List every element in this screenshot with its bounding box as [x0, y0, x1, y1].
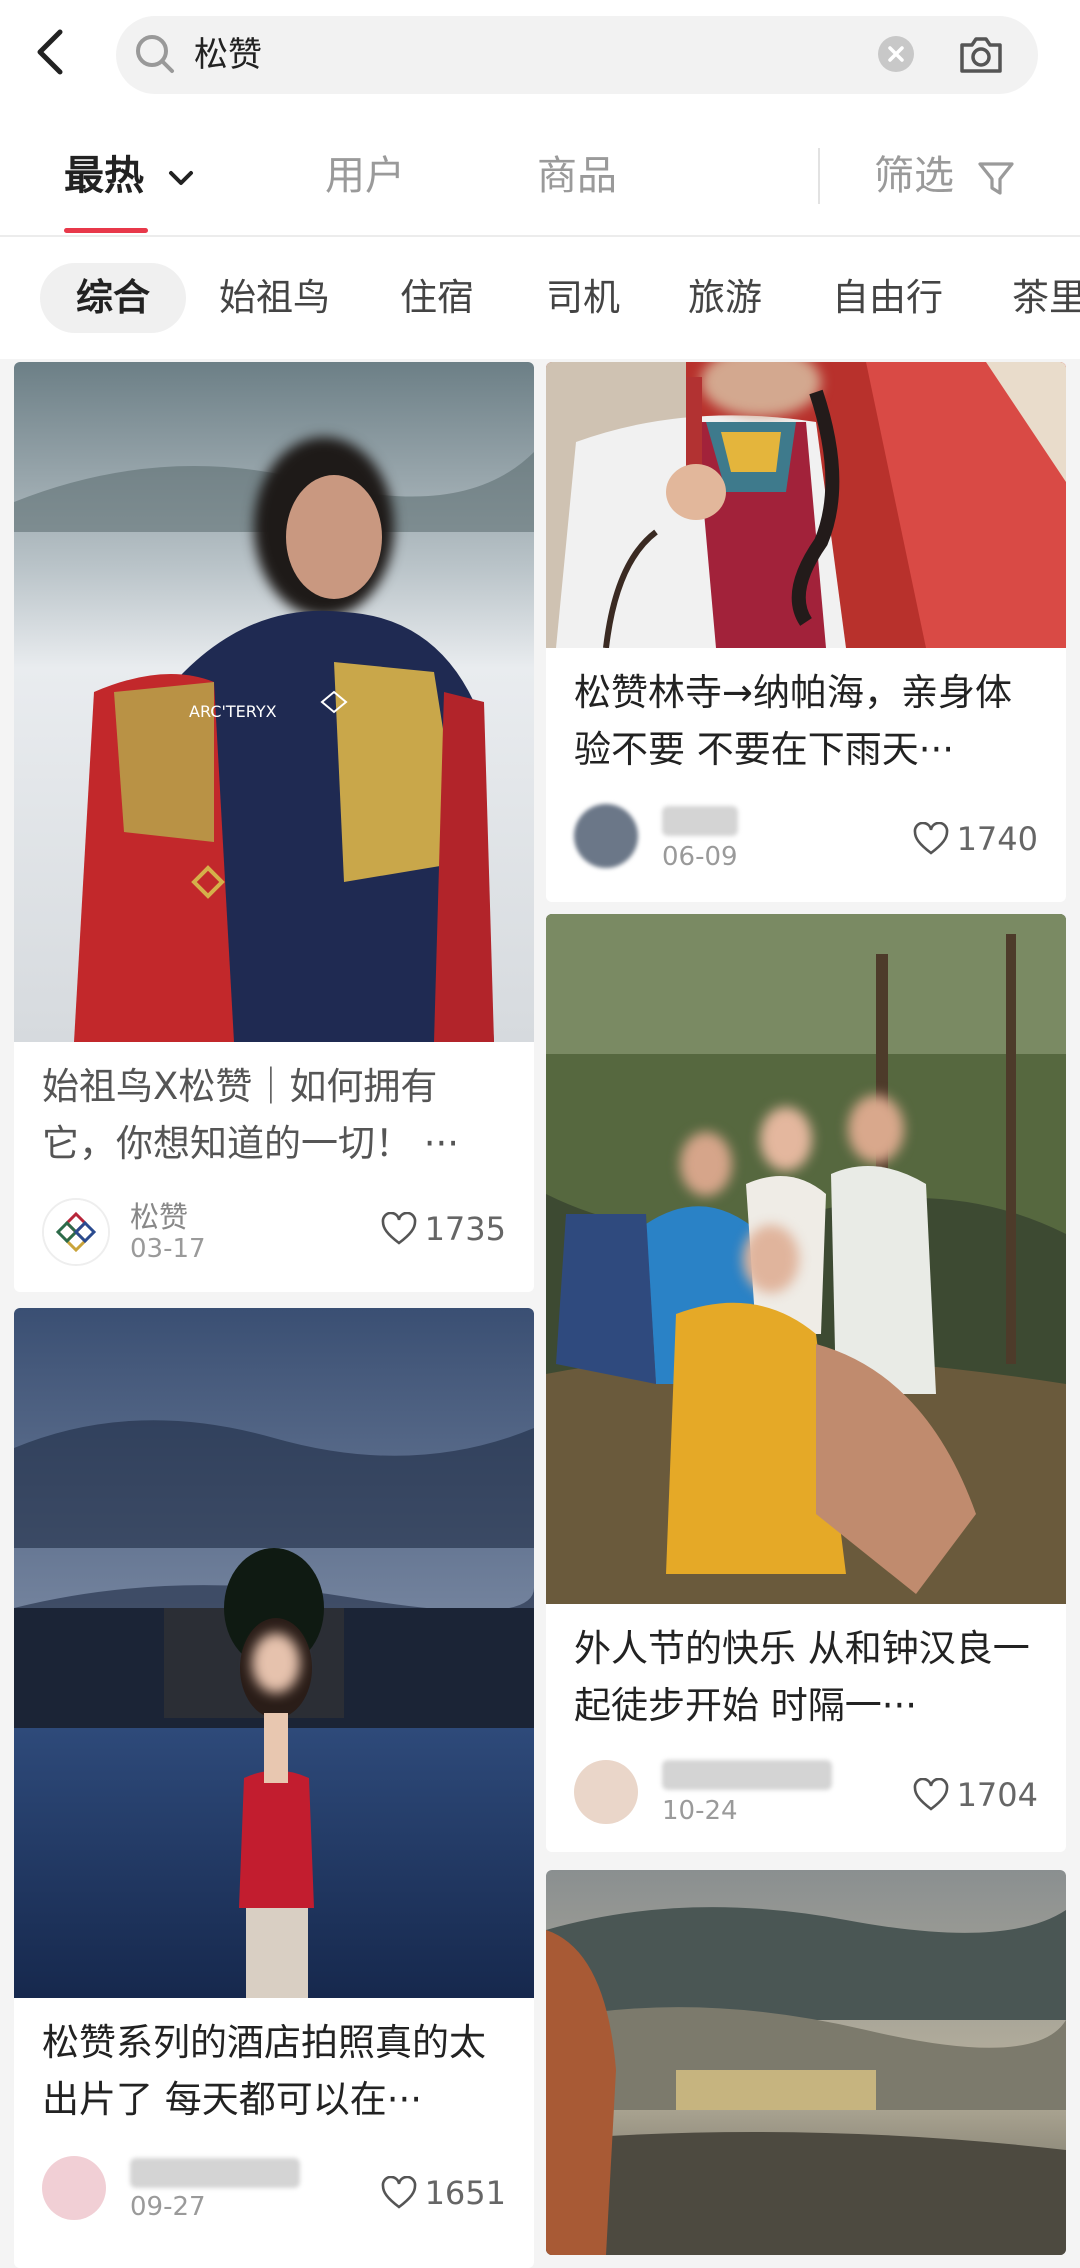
- avatar[interactable]: [42, 2156, 106, 2220]
- heart-icon: [381, 1212, 416, 1245]
- avatar[interactable]: [42, 1198, 110, 1266]
- chevron-down-icon: [168, 171, 193, 185]
- clear-icon[interactable]: [878, 36, 914, 72]
- like-button[interactable]: 1740: [913, 820, 1038, 858]
- tab-divider: [818, 148, 820, 204]
- svg-text:ARC'TERYX: ARC'TERYX: [189, 702, 277, 721]
- chip-travel[interactable]: 旅游: [688, 263, 762, 333]
- chip-chali[interactable]: 茶里: [1012, 263, 1080, 333]
- filter-icon: [978, 162, 1014, 195]
- note-date: 03-17: [130, 1234, 206, 1264]
- note-image: [546, 362, 1066, 649]
- search-bar[interactable]: 松赞: [116, 16, 1038, 94]
- active-tab-indicator: [64, 228, 148, 233]
- note-date: 06-09: [662, 842, 738, 872]
- note-image: ARC'TERYX: [14, 362, 534, 1042]
- chip-all[interactable]: 综合: [40, 263, 186, 333]
- back-arrow-icon[interactable]: [28, 24, 74, 80]
- like-button[interactable]: 1651: [381, 2174, 506, 2212]
- avatar[interactable]: [574, 1760, 638, 1824]
- note-image: [546, 914, 1066, 1604]
- chip-free-travel[interactable]: 自由行: [832, 263, 943, 333]
- heart-icon: [913, 1778, 948, 1811]
- note-card[interactable]: ARC'TERYX 始祖鸟X松赞｜如何拥有它，你想知道的一切！ ··· 松赞 0…: [14, 362, 534, 1292]
- like-count: 1704: [956, 1776, 1038, 1814]
- like-count: 1735: [424, 1210, 506, 1248]
- author-name-blurred: [662, 1760, 832, 1790]
- author-name-blurred: [130, 2158, 300, 2188]
- chip-arcteryx[interactable]: 始祖鸟: [219, 263, 330, 333]
- search-icon: [130, 29, 182, 81]
- tab-hot[interactable]: 最热: [64, 150, 198, 202]
- note-title: 始祖鸟X松赞｜如何拥有它，你想知道的一切！ ···: [42, 1065, 460, 1165]
- like-button[interactable]: 1735: [381, 1210, 506, 1248]
- sort-tabs: 最热 用户 商品 筛选: [0, 110, 1080, 236]
- like-count: 1740: [956, 820, 1038, 858]
- note-title: 松赞林寺→纳帕海，亲身体验不要 不要在下雨天···: [574, 671, 1013, 771]
- note-date: 10-24: [662, 1796, 738, 1826]
- note-card[interactable]: 松赞林寺→纳帕海，亲身体验不要 不要在下雨天··· 06-09 1740: [546, 362, 1066, 902]
- like-button[interactable]: 1704: [913, 1776, 1038, 1814]
- tab-goods[interactable]: 商品: [537, 150, 617, 202]
- note-image: [14, 1308, 534, 1998]
- filter-label: 筛选: [874, 153, 954, 199]
- search-input[interactable]: 松赞: [194, 30, 262, 80]
- camera-icon[interactable]: [954, 28, 1008, 82]
- author-name: 松赞: [130, 1200, 189, 1234]
- heart-icon: [381, 2176, 416, 2209]
- note-card[interactable]: 松赞系列的酒店拍照真的太出片了 每天都可以在··· 09-27 1651: [14, 1308, 534, 2268]
- note-title: 外人节的快乐 从和钟汉良一起徒步开始 时隔一···: [574, 1627, 1030, 1727]
- note-image: [546, 1870, 1066, 2255]
- like-count: 1651: [424, 2174, 506, 2212]
- chip-lodging[interactable]: 住宿: [400, 263, 474, 333]
- note-date: 09-27: [130, 2192, 206, 2222]
- tab-hot-label: 最热: [64, 153, 144, 199]
- note-card[interactable]: [546, 1870, 1066, 2255]
- note-card[interactable]: 外人节的快乐 从和钟汉良一起徒步开始 时隔一··· 10-24 1704: [546, 914, 1066, 1852]
- author-name-blurred: [662, 806, 738, 836]
- chip-driver[interactable]: 司机: [546, 263, 620, 333]
- filter-button[interactable]: 筛选: [874, 150, 1017, 202]
- category-chips: 综合 始祖鸟 住宿 司机 旅游 自由行 茶里: [0, 237, 1080, 359]
- top-bar: 松赞 最热 用户 商品 筛选: [0, 0, 1080, 235]
- avatar[interactable]: [574, 804, 638, 868]
- tab-users[interactable]: 用户: [325, 150, 405, 202]
- heart-icon: [913, 822, 948, 855]
- note-title: 松赞系列的酒店拍照真的太出片了 每天都可以在···: [42, 2021, 486, 2121]
